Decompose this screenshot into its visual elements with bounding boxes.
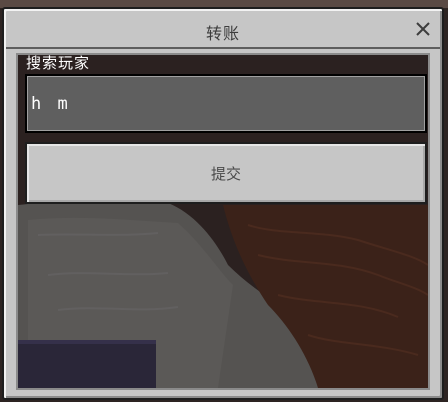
close-icon xyxy=(416,22,430,36)
close-button[interactable] xyxy=(412,18,434,40)
dialog-title: 转账 xyxy=(205,24,240,43)
submit-button[interactable]: 提交 xyxy=(25,142,427,204)
search-players-label: 搜索玩家 xyxy=(26,54,91,72)
screen: 转账 搜索玩家 h m 提交 xyxy=(0,0,448,402)
search-player-input[interactable] xyxy=(25,74,427,133)
dialog-title-bar: 转账 xyxy=(6,11,440,49)
